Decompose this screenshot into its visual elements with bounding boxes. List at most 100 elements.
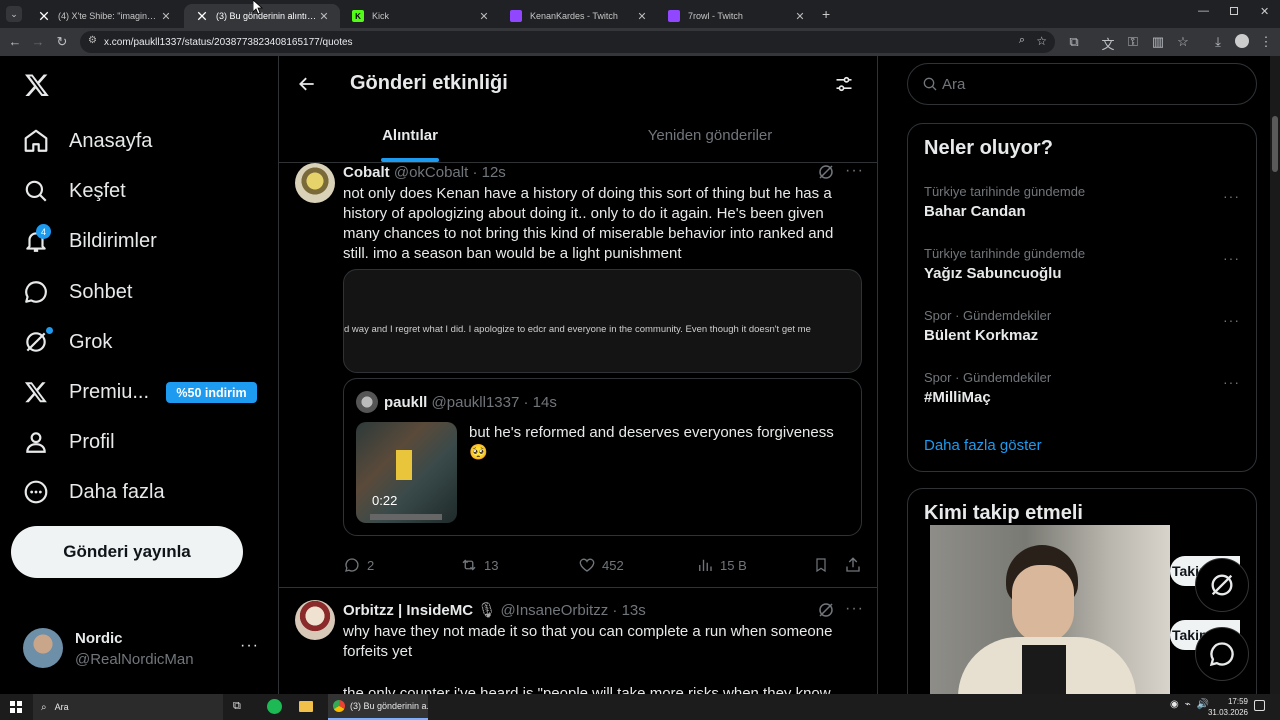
- nav-item-explore[interactable]: Keşfet: [22, 177, 126, 205]
- taskbar-active-window[interactable]: (3) Bu gönderinin a...: [328, 694, 428, 720]
- messages-fab[interactable]: [1195, 627, 1249, 681]
- grok-dot-indicator: [46, 327, 53, 334]
- x-logo-icon[interactable]: [24, 72, 50, 103]
- new-tab-button[interactable]: +: [822, 6, 830, 22]
- quoted-tweet[interactable]: paukll @paukll1337 · 14s 0:22 but he's r…: [343, 378, 862, 536]
- quoted-author-handle: @paukll1337: [431, 394, 520, 411]
- notification-center-icon[interactable]: [1254, 700, 1265, 711]
- views-button[interactable]: 15 B: [696, 556, 747, 574]
- x-logo-icon: [38, 10, 50, 22]
- windows-start-icon[interactable]: [10, 701, 22, 713]
- site-info-icon[interactable]: ⚙: [88, 35, 97, 46]
- premium-discount-badge[interactable]: %50 indirim: [166, 382, 257, 403]
- author-name[interactable]: Orbitzz | InsideMC: [343, 602, 473, 619]
- trend-name: Bahar Candan: [924, 203, 1026, 220]
- trend-item[interactable]: Spor · Gündemdekiler Bülent Korkmaz ···: [924, 308, 1244, 344]
- zoom-icon[interactable]: ⌕: [1019, 34, 1025, 47]
- search-icon: ⌕: [41, 701, 47, 713]
- author-name[interactable]: Cobalt: [343, 164, 390, 181]
- more-dots-icon: ···: [240, 637, 259, 654]
- nav-label: Profil: [69, 430, 115, 453]
- tab-quotes[interactable]: Alıntılar: [279, 109, 541, 162]
- tweet-media[interactable]: d way and I regret what I did. I apologi…: [343, 269, 862, 373]
- close-tab-icon[interactable]: ✕: [160, 10, 172, 23]
- task-view-icon[interactable]: ⧉: [233, 700, 241, 713]
- close-tab-icon[interactable]: ✕: [478, 10, 490, 23]
- bookmark-button[interactable]: [813, 556, 835, 574]
- more-dots-icon[interactable]: ···: [845, 600, 864, 618]
- more-dots-icon[interactable]: ···: [1223, 188, 1240, 204]
- browser-tab-5[interactable]: 7rowl - Twitch ✕: [656, 4, 816, 28]
- nav-item-chat[interactable]: Sohbet: [22, 278, 132, 306]
- author-handle[interactable]: @InsaneOrbitzz: [500, 602, 608, 619]
- avatar: [23, 628, 63, 668]
- search-input[interactable]: Ara: [907, 63, 1257, 105]
- scrollbar[interactable]: [1270, 56, 1280, 694]
- avatar: [295, 600, 335, 640]
- minimize-button[interactable]: —: [1198, 5, 1209, 17]
- trend-item[interactable]: Türkiye tarihinde gündemde Yağız Sabuncu…: [924, 246, 1244, 282]
- bookmark-star-icon[interactable]: ☆: [1036, 34, 1047, 48]
- more-dots-icon[interactable]: ···: [1223, 250, 1240, 266]
- trend-item[interactable]: Spor · Gündemdekiler #MilliMaç ···: [924, 370, 1244, 406]
- file-explorer-icon[interactable]: [299, 701, 313, 712]
- quote-tweet[interactable]: Orbitzz | InsideMC 🎙 @InsaneOrbitzz · 13…: [279, 588, 877, 694]
- more-dots-icon[interactable]: ···: [1223, 312, 1240, 328]
- tweet-time[interactable]: 13s: [622, 602, 646, 619]
- grok-icon[interactable]: [817, 163, 835, 186]
- sidepanel-icon[interactable]: ▥: [1150, 34, 1166, 50]
- taskbar-search-label: Ara: [54, 702, 69, 712]
- filter-settings-icon[interactable]: [834, 74, 854, 99]
- tab-reposts[interactable]: Yeniden gönderiler: [579, 109, 841, 162]
- account-switcher[interactable]: Nordic @RealNordicMan ···: [12, 621, 267, 675]
- scrollbar-thumb[interactable]: [1272, 116, 1278, 172]
- nav-item-profile[interactable]: Profil: [22, 428, 115, 456]
- browser-tab-1[interactable]: (4) X'te Shibe: "imagine being s ✕: [26, 4, 182, 28]
- like-button[interactable]: 452: [578, 556, 624, 574]
- downloads-icon[interactable]: ⤓: [1210, 34, 1226, 50]
- nav-item-premium[interactable]: Premiu...: [22, 378, 149, 406]
- author-handle[interactable]: @okCobalt: [394, 164, 468, 181]
- close-tab-icon[interactable]: ✕: [636, 10, 648, 23]
- kick-icon: K: [352, 10, 364, 22]
- browser-tab-3[interactable]: K Kick ✕: [340, 4, 500, 28]
- grok-fab[interactable]: [1195, 558, 1249, 612]
- extensions-icon[interactable]: ⧉: [1066, 34, 1082, 50]
- show-more-link[interactable]: Daha fazla göster: [924, 437, 1042, 454]
- translate-icon[interactable]: 文: [1100, 34, 1116, 53]
- nav-item-grok[interactable]: Grok: [22, 328, 112, 356]
- nav-item-home[interactable]: Anasayfa: [22, 127, 152, 155]
- password-icon[interactable]: ⚿: [1125, 34, 1141, 50]
- browser-address-bar: ← → ↻ ⚙ x.com/paukll1337/status/20387738…: [0, 28, 1280, 56]
- clock[interactable]: 17:59 31.03.2026: [1200, 696, 1248, 718]
- favorites-icon[interactable]: ☆: [1175, 34, 1191, 50]
- close-tab-icon[interactable]: ✕: [794, 10, 806, 23]
- spotify-icon[interactable]: [267, 699, 282, 714]
- post-button[interactable]: Gönderi yayınla: [11, 526, 243, 578]
- quote-tweet[interactable]: Cobalt @okCobalt · 12s ··· not only does…: [279, 156, 877, 588]
- more-dots-icon[interactable]: ···: [1223, 374, 1240, 390]
- nav-item-more[interactable]: Daha fazla: [22, 478, 165, 506]
- forward-arrow-icon[interactable]: →: [30, 34, 46, 49]
- reply-button[interactable]: 2: [343, 556, 374, 574]
- quoted-author-line: paukll @paukll1337 · 14s: [384, 394, 557, 411]
- reload-icon[interactable]: ↻: [54, 34, 70, 50]
- menu-icon[interactable]: ⋮: [1258, 34, 1274, 50]
- close-window-button[interactable]: ✕: [1260, 5, 1269, 18]
- back-arrow-icon[interactable]: [297, 74, 317, 99]
- grok-icon[interactable]: [817, 601, 835, 624]
- tab-search-button[interactable]: ⌄: [6, 6, 22, 22]
- trend-item[interactable]: Türkiye tarihinde gündemde Bahar Candan …: [924, 184, 1244, 220]
- repost-button[interactable]: 13: [460, 556, 498, 574]
- more-dots-icon[interactable]: ···: [845, 162, 864, 180]
- close-tab-icon[interactable]: ✕: [318, 10, 330, 23]
- tweet-time[interactable]: 12s: [482, 164, 506, 181]
- url-input[interactable]: ⚙ x.com/paukll1337/status/20387738234081…: [80, 31, 1055, 53]
- browser-tab-4[interactable]: KenanKardes - Twitch ✕: [498, 4, 658, 28]
- share-button[interactable]: [844, 556, 868, 574]
- profile-avatar-icon[interactable]: [1235, 34, 1249, 48]
- maximize-button[interactable]: [1230, 7, 1238, 15]
- taskbar-search[interactable]: ⌕ Ara: [33, 694, 223, 720]
- back-arrow-icon[interactable]: ←: [7, 34, 23, 49]
- video-thumbnail[interactable]: 0:22: [356, 422, 457, 523]
